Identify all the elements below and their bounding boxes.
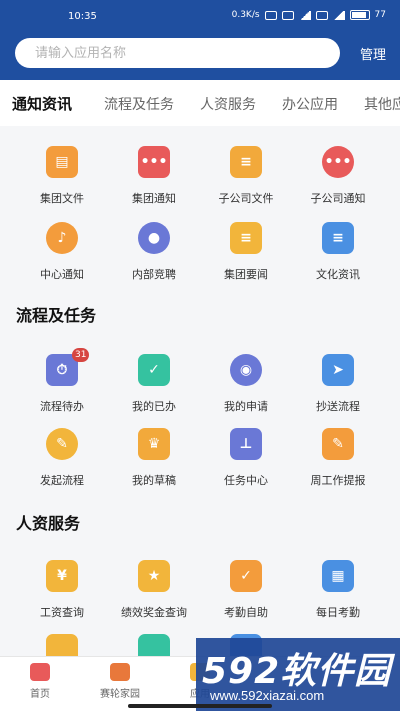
app-bonus-query[interactable]: ★ 绩效奖金查询 [108,560,200,620]
nav-label: 首页 [30,689,50,700]
pending-count-badge: 31 [72,348,90,362]
app-label: 任务中心 [224,474,268,487]
app-attendance-self[interactable]: ✓ 考勤自助 [200,560,292,620]
alarm-icon [264,10,277,20]
document-icon [138,634,170,656]
search-bar: 管理 [0,34,400,80]
nav-community[interactable]: 赛轮家园 [80,663,160,700]
network-speed: 0.3K/s [231,10,260,20]
app-subsidiary-files[interactable]: ≡ 子公司文件 [200,146,292,206]
star-icon: ★ [138,560,170,592]
app-daily-attendance[interactable]: ▦ 每日考勤 [292,560,384,620]
status-bar: 10:35 0.3K/s 77 [0,0,400,34]
hub-icon: ◉ [230,354,262,386]
status-time: 10:35 [68,11,97,22]
app-weekly-report[interactable]: ✎ 周工作提报 [292,428,384,488]
check-icon: ✓ [138,354,170,386]
app-label: 子公司通知 [310,192,366,205]
folder-icon: ▤ [46,146,78,178]
chat-bubble-icon: ••• [322,146,354,178]
app-label: 集团通知 [132,192,176,205]
app-label: 每日考勤 [316,606,360,619]
watermark: 592软件园 www.592xiazai.com [196,638,400,711]
app-subsidiary-notice[interactable]: ••• 子公司通知 [292,146,384,206]
document-icon: ≡ [230,146,262,178]
app-my-drafts[interactable]: ♛ 我的草稿 [108,428,200,488]
app-label: 文化资讯 [316,268,360,281]
pen-icon: ✎ [46,428,78,460]
clipboard-check-icon: ✓ [230,560,262,592]
app-label: 集团要闻 [224,268,268,281]
app-group-notice[interactable]: ••• 集团通知 [108,146,200,206]
category-tabs: 通知资讯 流程及任务 人资服务 办公应用 其他应 [0,80,400,126]
app-label: 工资查询 [40,606,84,619]
home-indicator [128,704,272,708]
tab-process[interactable]: 流程及任务 [104,94,174,114]
app-center-notice[interactable]: ♪ 中心通知 [16,222,108,282]
app-my-requests[interactable]: ◉ 我的申请 [200,354,292,414]
article-icon: ≡ [322,222,354,254]
app-label: 流程待办 [40,400,84,413]
hd-icon-2 [315,10,328,20]
home-icon [30,663,50,681]
tab-office[interactable]: 办公应用 [282,94,338,114]
send-icon: ➤ [322,354,354,386]
battery-icon [349,10,370,20]
app-culture-news[interactable]: ≡ 文化资讯 [292,222,384,282]
watermark-brand: 592软件园 [202,651,392,692]
tab-other[interactable]: 其他应 [364,94,400,114]
people-icon: ● [138,222,170,254]
app-group-files[interactable]: ▤ 集团文件 [16,146,108,206]
app-group-news[interactable]: ≡ 集团要闻 [200,222,292,282]
trophy-icon: ♛ [138,428,170,460]
section-title-process: 流程及任务 [16,306,97,325]
app-partial-1[interactable] [16,634,108,656]
section-title-hr: 人资服务 [16,514,81,533]
signal-icon-2 [332,10,345,20]
app-partial-2[interactable] [108,634,200,656]
tab-notice[interactable]: 通知资讯 [12,93,72,114]
calendar-icon [46,634,78,656]
watermark-url: www.592xiazai.com [210,688,325,703]
app-label: 周工作提报 [310,474,366,487]
app-label: 中心通知 [40,268,84,281]
app-start-process[interactable]: ✎ 发起流程 [16,428,108,488]
app-pending-process[interactable]: ⏱ 31 流程待办 [16,348,108,414]
tab-hr[interactable]: 人资服务 [200,94,256,114]
calendar-icon: ▦ [322,560,354,592]
status-right: 0.3K/s 77 [232,10,386,20]
app-label: 集团文件 [40,192,84,205]
search-input[interactable] [15,38,340,68]
app-label: 发起流程 [40,474,84,487]
app-task-center[interactable]: ⊥ 任务中心 [200,428,292,488]
app-label: 抄送流程 [316,400,360,413]
app-internal-recruit[interactable]: ● 内部竞聘 [108,222,200,282]
app-grid-content: ▤ 集团文件 ••• 集团通知 ≡ 子公司文件 ••• 子公司通知 ♪ 中心通知… [0,126,400,656]
app-label: 绩效奖金查询 [121,606,187,619]
message-icon: ••• [138,146,170,178]
app-label: 子公司文件 [218,192,274,205]
app-label: 我的申请 [224,400,268,413]
battery-level: 77 [374,10,386,20]
app-salary-query[interactable]: ¥ 工资查询 [16,560,108,620]
bell-icon: ♪ [46,222,78,254]
yuan-doc-icon: ¥ [46,560,78,592]
app-cc-process[interactable]: ➤ 抄送流程 [292,354,384,414]
app-label: 考勤自助 [224,606,268,619]
app-label: 我的草稿 [132,474,176,487]
manage-button[interactable]: 管理 [360,44,386,63]
note-icon: ≡ [230,222,262,254]
app-done-process[interactable]: ✓ 我的已办 [108,354,200,414]
hd-icon [281,10,294,20]
app-label: 我的已办 [132,400,176,413]
signal-icon [298,10,311,20]
app-label: 内部竞聘 [132,268,176,281]
nav-home[interactable]: 首页 [0,663,80,700]
stamp-icon: ⊥ [230,428,262,460]
community-icon [110,663,130,681]
nav-label: 赛轮家园 [100,689,140,700]
edit-doc-icon: ✎ [322,428,354,460]
